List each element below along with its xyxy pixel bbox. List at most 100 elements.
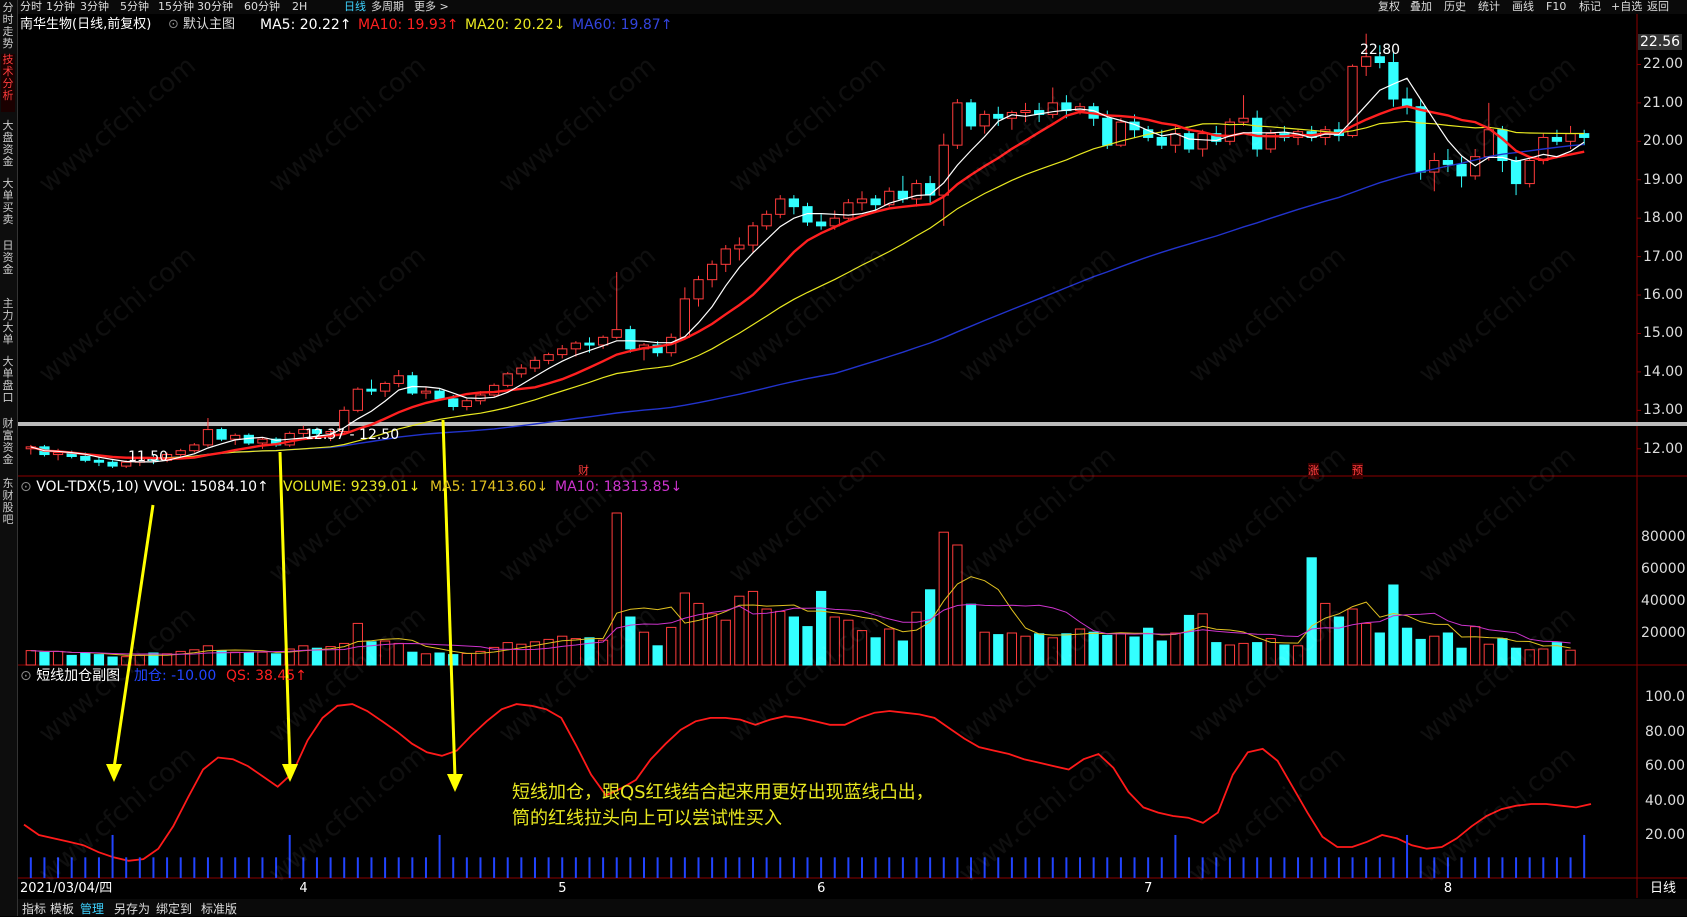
candle-body[interactable]: [202, 429, 214, 446]
toolbar-button[interactable]: 画线: [1512, 0, 1534, 14]
candle-body[interactable]: [1102, 117, 1113, 146]
candle-body[interactable]: [1524, 160, 1535, 185]
candle-body[interactable]: [1388, 62, 1399, 100]
volume-bar[interactable]: [1170, 632, 1181, 666]
volume-bar[interactable]: [1456, 647, 1467, 666]
volume-indicator-name[interactable]: ⊙ VOL-TDX(5,10) VVOL: 15084.10↑: [20, 479, 269, 495]
candle-body[interactable]: [557, 348, 568, 356]
candle-body[interactable]: [216, 429, 227, 440]
volume-bar[interactable]: [66, 654, 77, 666]
sidebar-item[interactable]: 日资金: [1, 240, 15, 292]
candle-body[interactable]: [993, 113, 1004, 119]
volume-bar[interactable]: [666, 626, 677, 666]
candle-body[interactable]: [870, 198, 881, 206]
sidebar-item[interactable]: 大单盘口: [1, 356, 15, 412]
volume-bar[interactable]: [1129, 636, 1140, 666]
candle-body[interactable]: [502, 373, 513, 386]
volume-bar[interactable]: [420, 653, 432, 666]
candle-body[interactable]: [93, 459, 105, 463]
volume-bar[interactable]: [1470, 626, 1481, 666]
candle-body[interactable]: [1252, 117, 1263, 150]
bottom-button[interactable]: 指标: [22, 900, 46, 917]
volume-bar[interactable]: [230, 651, 241, 666]
candle-body[interactable]: [720, 248, 731, 265]
toolbar-button[interactable]: F10: [1546, 0, 1566, 14]
volume-bar[interactable]: [884, 628, 895, 666]
period-tab[interactable]: 15分钟: [158, 0, 194, 14]
main-indicator-name[interactable]: ⊙ 默认主图: [168, 17, 235, 33]
candle-body[interactable]: [1551, 136, 1563, 142]
candle-body[interactable]: [434, 390, 445, 400]
volume-bar[interactable]: [584, 637, 595, 666]
candle-body[interactable]: [611, 329, 622, 338]
volume-bar[interactable]: [1061, 633, 1072, 666]
volume-bar[interactable]: [829, 616, 840, 666]
volume-bar[interactable]: [815, 590, 827, 666]
volume-bar[interactable]: [1156, 640, 1167, 666]
period-tab[interactable]: 5分钟: [120, 0, 149, 14]
candle-body[interactable]: [1183, 133, 1195, 150]
volume-bar[interactable]: [775, 610, 786, 666]
candle-body[interactable]: [1197, 133, 1208, 150]
candle-body[interactable]: [597, 336, 609, 346]
candle-body[interactable]: [679, 298, 690, 338]
volume-bar[interactable]: [311, 647, 323, 666]
candle-body[interactable]: [543, 354, 554, 361]
candle-body[interactable]: [175, 450, 186, 456]
volume-bar[interactable]: [52, 650, 64, 666]
volume-bar[interactable]: [911, 611, 922, 666]
volume-bar[interactable]: [897, 640, 909, 666]
volume-bar[interactable]: [720, 619, 731, 666]
candle-body[interactable]: [965, 102, 977, 127]
volume-bar[interactable]: [1361, 622, 1372, 666]
bottom-button[interactable]: 绑定到: [156, 900, 192, 917]
candle-body[interactable]: [1497, 129, 1508, 162]
volume-bar[interactable]: [1388, 584, 1399, 666]
volume-bar[interactable]: [1292, 645, 1304, 666]
candle-body[interactable]: [189, 444, 200, 452]
candle-body[interactable]: [788, 198, 800, 208]
toolbar-button[interactable]: 叠加: [1410, 0, 1432, 14]
sidebar-item[interactable]: 技术分析: [1, 54, 15, 112]
candle-body[interactable]: [979, 113, 990, 127]
toolbar-button[interactable]: 历史: [1444, 0, 1466, 14]
volume-bar[interactable]: [1034, 633, 1045, 666]
volume-bar[interactable]: [993, 634, 1004, 666]
candle-body[interactable]: [488, 384, 500, 396]
settings-icon[interactable]: ⊙: [20, 479, 32, 495]
candle-body[interactable]: [379, 382, 391, 392]
candle-body[interactable]: [1238, 117, 1249, 123]
sidebar-item[interactable]: 主力大单: [1, 298, 15, 350]
volume-bar[interactable]: [802, 626, 813, 666]
volume-bar[interactable]: [25, 650, 36, 666]
candle-body[interactable]: [1442, 160, 1454, 165]
candle-body[interactable]: [366, 388, 377, 392]
candle-body[interactable]: [775, 198, 786, 215]
volume-bar[interactable]: [202, 645, 214, 666]
settings-icon[interactable]: ⊙: [20, 668, 32, 684]
candle-body[interactable]: [693, 279, 704, 300]
volume-bar[interactable]: [298, 645, 309, 666]
volume-bar[interactable]: [679, 592, 690, 666]
volume-bar[interactable]: [870, 637, 881, 666]
sidebar-item[interactable]: 东财股吧: [1, 478, 15, 536]
candle-body[interactable]: [80, 455, 91, 461]
candle-body[interactable]: [1456, 163, 1467, 177]
candle-body[interactable]: [448, 398, 459, 408]
volume-bar[interactable]: [1565, 649, 1576, 666]
volume-bar[interactable]: [1401, 627, 1413, 666]
volume-bar[interactable]: [488, 646, 500, 666]
volume-bar[interactable]: [788, 616, 800, 666]
volume-bar[interactable]: [352, 622, 363, 666]
candle-body[interactable]: [1483, 129, 1494, 158]
volume-bar[interactable]: [1224, 644, 1236, 666]
volume-bar[interactable]: [856, 630, 868, 666]
volume-bar[interactable]: [1538, 648, 1549, 666]
volume-bar[interactable]: [1374, 632, 1385, 666]
volume-bar[interactable]: [39, 651, 50, 666]
volume-bar[interactable]: [407, 651, 418, 666]
period-tab[interactable]: 2H: [292, 0, 307, 14]
volume-bar[interactable]: [693, 602, 704, 666]
volume-bar[interactable]: [257, 651, 268, 666]
candle-body[interactable]: [952, 102, 963, 146]
